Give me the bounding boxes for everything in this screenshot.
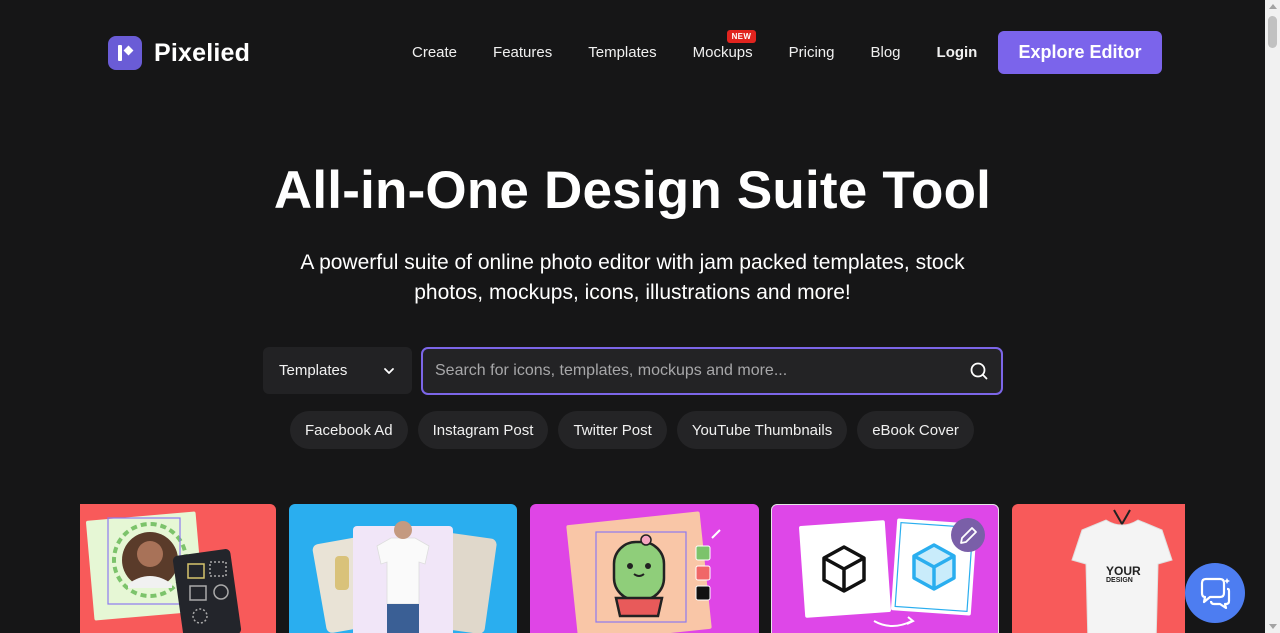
page-scrollbar[interactable] xyxy=(1265,0,1280,633)
card-tshirt-mockup[interactable]: YOUR DESIGN xyxy=(1012,504,1185,633)
cactus-illustration xyxy=(566,511,721,633)
chip-twitter-post[interactable]: Twitter Post xyxy=(558,411,667,449)
card-product-photo[interactable] xyxy=(289,504,517,633)
search-row: Templates xyxy=(263,347,1003,395)
tshirt-mockup-illustration xyxy=(1071,509,1173,633)
card-photo-frame[interactable] xyxy=(80,504,276,633)
search-category-select[interactable]: Templates xyxy=(263,347,412,394)
search-category-value: Templates xyxy=(279,362,348,379)
logo-icon xyxy=(108,36,142,70)
product-photo-illustration xyxy=(312,521,497,633)
card-icon-editor[interactable] xyxy=(771,504,999,633)
chat-support-button[interactable] xyxy=(1185,563,1245,623)
cube-icon-blue xyxy=(912,543,956,591)
brand-logo[interactable]: Pixelied xyxy=(108,36,250,70)
nav-blog[interactable]: Blog xyxy=(871,44,901,61)
chip-facebook-ad[interactable]: Facebook Ad xyxy=(290,411,408,449)
nav-templates[interactable]: Templates xyxy=(588,44,656,61)
scroll-up-arrow-icon[interactable] xyxy=(1269,4,1277,9)
main-nav: Create Features Templates NEW Mockups Pr… xyxy=(412,30,978,61)
nav-pricing[interactable]: Pricing xyxy=(789,44,835,61)
nav-features[interactable]: Features xyxy=(493,44,552,61)
chevron-down-icon xyxy=(384,367,394,374)
card-illustration-editor[interactable] xyxy=(530,504,759,633)
chip-ebook-cover[interactable]: eBook Cover xyxy=(857,411,974,449)
explore-editor-button[interactable]: Explore Editor xyxy=(998,31,1162,74)
brand-name: Pixelied xyxy=(154,38,251,67)
search-icon[interactable] xyxy=(969,361,989,381)
chip-youtube-thumbnails[interactable]: YouTube Thumbnails xyxy=(676,411,848,449)
hero-title: All-in-One Design Suite Tool xyxy=(273,161,992,220)
scrollbar-thumb[interactable] xyxy=(1268,16,1277,48)
search-input[interactable] xyxy=(435,362,955,380)
hero-subtitle: A powerful suite of online photo editor … xyxy=(300,251,965,304)
chip-instagram-post[interactable]: Instagram Post xyxy=(417,411,549,449)
photo-frame-illustration xyxy=(86,511,242,633)
nav-mockups[interactable]: NEW Mockups xyxy=(692,30,757,61)
tshirt-print-text: YOUR DESIGN xyxy=(1106,564,1141,584)
chat-bubbles-icon xyxy=(1200,577,1231,609)
new-badge: NEW xyxy=(726,30,757,43)
search-box[interactable] xyxy=(421,347,1003,395)
site-header: Pixelied Create Features Templates NEW M… xyxy=(0,0,1265,106)
login-link[interactable]: Login xyxy=(937,44,978,61)
cube-icon-illustration xyxy=(799,518,985,627)
quick-search-chips: Facebook Ad Instagram Post Twitter Post … xyxy=(290,411,974,449)
nav-mockups-label: Mockups xyxy=(692,44,753,61)
feature-cards: YOUR DESIGN xyxy=(80,504,1185,633)
scroll-down-arrow-icon[interactable] xyxy=(1269,624,1277,629)
nav-create[interactable]: Create xyxy=(412,44,457,61)
